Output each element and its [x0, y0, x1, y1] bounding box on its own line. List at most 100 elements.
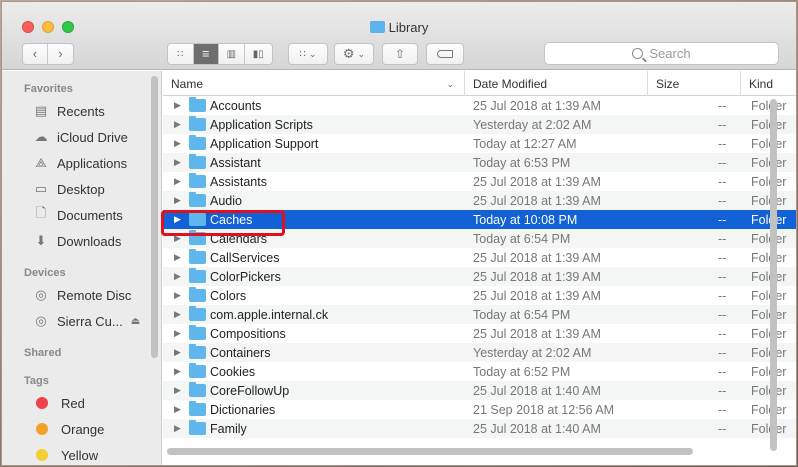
folder-icon — [189, 154, 206, 169]
search-field[interactable]: Search — [544, 42, 779, 65]
column-view-icon: ▥ — [226, 48, 237, 60]
back-button[interactable]: ‹ — [23, 44, 49, 64]
horizontal-scrollbar[interactable] — [167, 448, 693, 455]
sidebar-item-applications[interactable]: ⟁ Applications — [32, 152, 127, 174]
file-size: -- — [718, 421, 727, 436]
table-row[interactable]: ▶ Cookies Today at 6:52 PM -- Folder — [163, 362, 796, 381]
file-kind: Folder — [751, 421, 787, 436]
table-row[interactable]: ▶ CallServices 25 Jul 2018 at 1:39 AM -- Fol… — [163, 248, 796, 267]
file-kind: Folder — [751, 307, 787, 322]
file-name: com.apple.internal.ck — [210, 307, 329, 322]
column-header-size[interactable]: Size — [648, 71, 741, 96]
table-row[interactable]: ▶ Application Scripts Yesterday at 2:02 AM… — [163, 115, 796, 134]
list-view-icon: ≡ — [202, 47, 210, 61]
table-row[interactable]: ▶ Family 25 Jul 2018 at 1:40 AM -- Folder — [163, 419, 796, 438]
file-name: CallServices — [210, 250, 280, 265]
disclosure-triangle-icon[interactable]: ▶ — [174, 385, 181, 396]
forward-button[interactable]: › — [48, 44, 73, 64]
disclosure-triangle-icon[interactable]: ▶ — [174, 100, 181, 111]
action-button[interactable]: ⚙ ⌄ — [334, 43, 374, 65]
disclosure-triangle-icon[interactable]: ▶ — [174, 195, 181, 206]
table-row[interactable]: ▶ Accounts 25 Jul 2018 at 1:39 AM -- Folder — [163, 96, 796, 115]
file-size: -- — [718, 98, 727, 113]
disclosure-triangle-icon[interactable]: ▶ — [174, 176, 181, 187]
folder-icon — [189, 268, 206, 283]
date-modified: Today at 6:53 PM — [473, 155, 571, 170]
file-name: Compositions — [210, 326, 286, 341]
date-modified: Today at 12:27 AM — [473, 136, 577, 151]
table-row[interactable]: ▶ CoreFollowUp 25 Jul 2018 at 1:40 AM -- Fol… — [163, 381, 796, 400]
table-row[interactable]: ▶ Audio 25 Jul 2018 at 1:39 AM -- Folder — [163, 191, 796, 210]
sidebar-item-tag-yellow[interactable]: Yellow — [32, 444, 98, 465]
folder-icon — [189, 173, 206, 188]
sidebar-item-remote-disc[interactable]: ◎ Remote Disc — [32, 284, 131, 306]
view-mode-control: ∷ ≡ ▥ ▮▯ — [167, 43, 273, 65]
edit-tags-button[interactable] — [426, 43, 464, 65]
file-size: -- — [718, 231, 727, 246]
sidebar-item-icloud-drive[interactable]: ☁ iCloud Drive — [32, 126, 128, 148]
table-row[interactable]: ▶ Assistant Today at 6:53 PM -- Folder — [163, 153, 796, 172]
file-kind: Folder — [751, 212, 787, 227]
table-row[interactable]: ▶ Assistants 25 Jul 2018 at 1:39 AM -- Folde… — [163, 172, 796, 191]
disclosure-triangle-icon[interactable]: ▶ — [174, 404, 181, 415]
column-header-name[interactable]: Name ⌄ — [163, 71, 465, 96]
table-row[interactable]: ▶ Compositions 25 Jul 2018 at 1:39 AM -- Fol… — [163, 324, 796, 343]
file-size: -- — [718, 212, 727, 227]
disclosure-triangle-icon[interactable]: ▶ — [174, 138, 181, 149]
icon-view-button[interactable]: ∷ — [168, 44, 194, 64]
disclosure-triangle-icon[interactable]: ▶ — [174, 366, 181, 377]
file-kind: Folder — [751, 326, 787, 341]
file-size: -- — [718, 155, 727, 170]
disclosure-triangle-icon[interactable]: ▶ — [174, 119, 181, 130]
vertical-scrollbar[interactable] — [770, 99, 777, 451]
sidebar-scrollbar[interactable] — [151, 76, 158, 358]
disclosure-triangle-icon[interactable]: ▶ — [174, 157, 181, 168]
date-modified: 25 Jul 2018 at 1:39 AM — [473, 326, 601, 341]
date-modified: 25 Jul 2018 at 1:39 AM — [473, 193, 601, 208]
sidebar-item-documents[interactable]: 🗋 Documents — [32, 204, 123, 226]
table-row[interactable]: ▶ com.apple.internal.ck Today at 6:54 PM --… — [163, 305, 796, 324]
disclosure-triangle-icon[interactable]: ▶ — [174, 309, 181, 320]
disclosure-triangle-icon[interactable]: ▶ — [174, 423, 181, 434]
folder-icon — [189, 325, 206, 340]
table-row[interactable]: ▶ Colors 25 Jul 2018 at 1:39 AM -- Folder — [163, 286, 796, 305]
window-title: Library — [2, 20, 796, 35]
sidebar-item-tag-orange[interactable]: Orange — [32, 418, 104, 440]
disclosure-triangle-icon[interactable]: ▶ — [174, 271, 181, 282]
disclosure-triangle-icon[interactable]: ▶ — [174, 290, 181, 301]
file-name: Application Support — [210, 136, 319, 151]
disclosure-triangle-icon[interactable]: ▶ — [174, 328, 181, 339]
table-row[interactable]: ▶ Application Support Today at 12:27 AM -- F… — [163, 134, 796, 153]
share-button[interactable]: ⇧ — [382, 43, 418, 65]
file-size: -- — [718, 383, 727, 398]
file-kind: Folder — [751, 250, 787, 265]
list-view-button[interactable]: ≡ — [193, 44, 220, 64]
disclosure-triangle-icon[interactable]: ▶ — [174, 347, 181, 358]
table-row[interactable]: ▶ Dictionaries 21 Sep 2018 at 12:56 AM -- Fo… — [163, 400, 796, 419]
sidebar-item-recents[interactable]: ▤ Recents — [32, 100, 105, 122]
eject-icon[interactable]: ⏏ — [131, 316, 140, 327]
disclosure-triangle-icon[interactable]: ▶ — [174, 252, 181, 263]
file-size: -- — [718, 364, 727, 379]
date-modified: Today at 6:52 PM — [473, 364, 571, 379]
gallery-view-button[interactable]: ▮▯ — [245, 44, 272, 64]
folder-icon — [189, 135, 206, 150]
folder-icon — [189, 344, 206, 359]
chevron-down-icon: ⌄ — [357, 48, 366, 59]
column-header-date[interactable]: Date Modified — [465, 71, 648, 96]
date-modified: Today at 6:54 PM — [473, 231, 571, 246]
document-icon: 🗋 — [35, 205, 47, 220]
search-placeholder: Search — [649, 46, 691, 61]
table-row[interactable]: ▶ ColorPickers 25 Jul 2018 at 1:39 AM -- Fol… — [163, 267, 796, 286]
column-header-kind[interactable]: Kind — [741, 71, 796, 96]
arrange-button[interactable]: ∷ ⌄ — [288, 43, 328, 65]
file-kind: Folder — [751, 364, 787, 379]
sidebar-item-tag-red[interactable]: Red — [32, 392, 85, 414]
sidebar-item-desktop[interactable]: ▭ Desktop — [32, 178, 105, 200]
desktop-icon: ▭ — [34, 181, 48, 196]
table-row[interactable]: ▶ Containers Yesterday at 2:02 AM -- Folder — [163, 343, 796, 362]
sidebar-item-sierra-disc[interactable]: ◎ Sierra Cu... ⏏ — [32, 310, 140, 332]
sidebar-item-downloads[interactable]: ⬇ Downloads — [32, 230, 122, 252]
column-view-button[interactable]: ▥ — [219, 44, 245, 64]
folder-icon — [189, 363, 206, 378]
